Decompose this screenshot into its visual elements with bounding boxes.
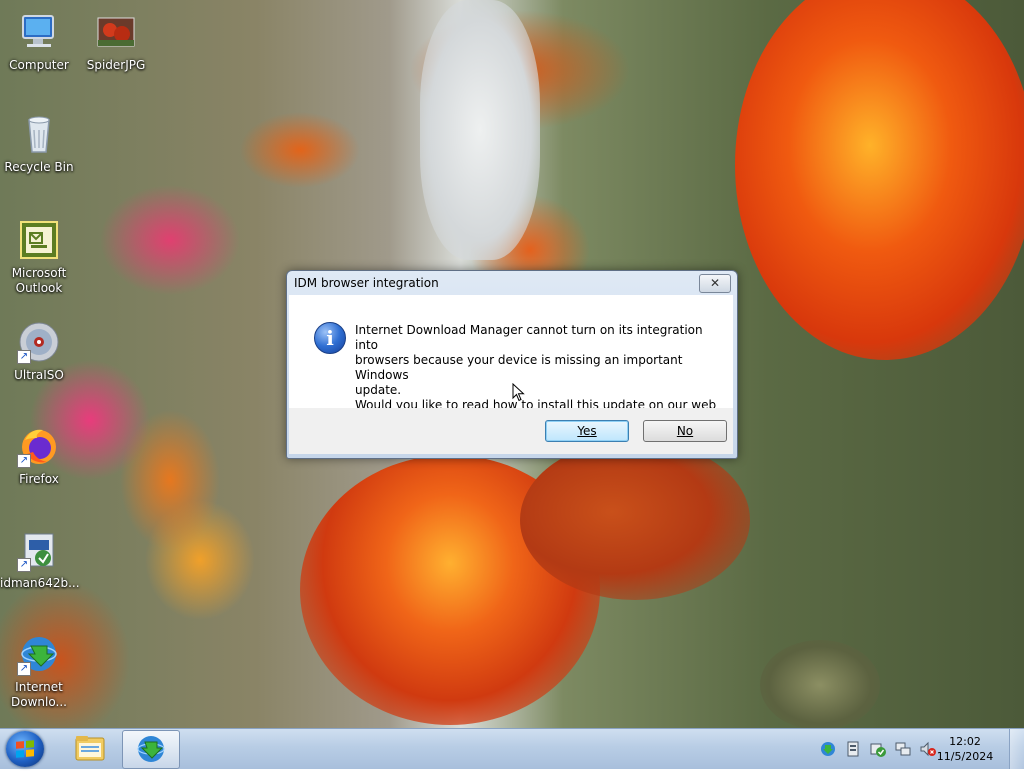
clock-time: 12:02 [949, 735, 981, 748]
message-line: update. [355, 383, 402, 397]
taskbar-file-explorer[interactable] [62, 730, 118, 767]
dialog-close-button[interactable]: ✕ [699, 274, 731, 293]
desktop-icon-label: UltraISO [14, 368, 64, 382]
idm-integration-dialog[interactable]: IDM browser integration ✕ i Internet Dow… [286, 270, 738, 459]
shortcut-arrow-icon: ↗ [17, 558, 31, 572]
start-button[interactable] [6, 731, 44, 767]
desktop-icon-firefox[interactable]: ↗ Firefox [0, 424, 78, 487]
taskbar-idm[interactable] [122, 730, 180, 769]
firefox-icon: ↗ [17, 424, 61, 468]
message-line: browsers because your device is missing … [355, 353, 683, 382]
desktop-icon-microsoft-outlook[interactable]: Microsoft Outlook [0, 218, 78, 296]
desktop-icon-label: SpiderJPG [86, 58, 146, 72]
desktop-icon-label: Recycle Bin [4, 160, 74, 174]
yes-button-label: Yes [577, 424, 597, 438]
idm-icon [137, 736, 165, 762]
device-icon[interactable] [845, 741, 861, 757]
desktop-icon-spiderjpg[interactable]: SpiderJPG [77, 10, 155, 73]
computer-icon [17, 10, 61, 54]
show-desktop-button[interactable] [1009, 729, 1024, 769]
file-explorer-icon [75, 736, 105, 761]
no-button[interactable]: No [643, 420, 727, 442]
desktop-icon-label: Computer [9, 58, 69, 72]
clock-date: 11/5/2024 [936, 750, 994, 763]
windows-start-icon [16, 740, 34, 758]
shortcut-arrow-icon: ↗ [17, 454, 31, 468]
idm-icon: ↗ [17, 632, 61, 676]
dialog-title: IDM browser integration [294, 276, 439, 290]
yes-button[interactable]: Yes [545, 420, 629, 442]
desktop-icon-internet-download-manager[interactable]: ↗ Internet Downlo... [0, 632, 78, 710]
dialog-footer: Yes No [289, 408, 733, 454]
desktop-icon-label: Firefox [19, 472, 59, 486]
desktop-icon-recycle-bin[interactable]: Recycle Bin [0, 112, 78, 175]
idm-tray-icon[interactable] [820, 741, 836, 757]
message-line: Internet Download Manager cannot turn on… [355, 323, 703, 352]
image-file-icon [94, 10, 138, 54]
mouse-cursor-icon [512, 383, 525, 402]
close-icon: ✕ [709, 276, 721, 290]
disc-icon: ↗ [17, 320, 61, 364]
recycle-bin-icon [17, 112, 61, 156]
network-icon[interactable] [895, 741, 911, 757]
shortcut-arrow-icon: ↗ [17, 350, 31, 364]
installer-icon: ↗ [17, 528, 61, 572]
dialog-body: i Internet Download Manager cannot turn … [289, 295, 733, 427]
desktop-icon-idman-installer[interactable]: ↗ idman642b... [0, 528, 80, 591]
desktop-icon-label: idman642b... [0, 576, 80, 590]
desktop-icon-label: Internet Downlo... [11, 680, 67, 709]
taskbar-clock[interactable]: 12:02 11/5/2024 [936, 734, 994, 764]
desktop-icon-computer[interactable]: Computer [0, 10, 78, 73]
outlook-icon [17, 218, 61, 262]
volume-muted-icon[interactable] [920, 741, 936, 757]
taskbar: 12:02 11/5/2024 [0, 728, 1024, 769]
desktop-icon-ultraiso[interactable]: ↗ UltraISO [0, 320, 78, 383]
desktop-icon-label: Microsoft Outlook [11, 266, 67, 295]
security-check-icon[interactable] [870, 741, 886, 757]
shortcut-arrow-icon: ↗ [17, 662, 31, 676]
info-icon: i [314, 322, 346, 354]
no-button-label: No [676, 424, 694, 438]
